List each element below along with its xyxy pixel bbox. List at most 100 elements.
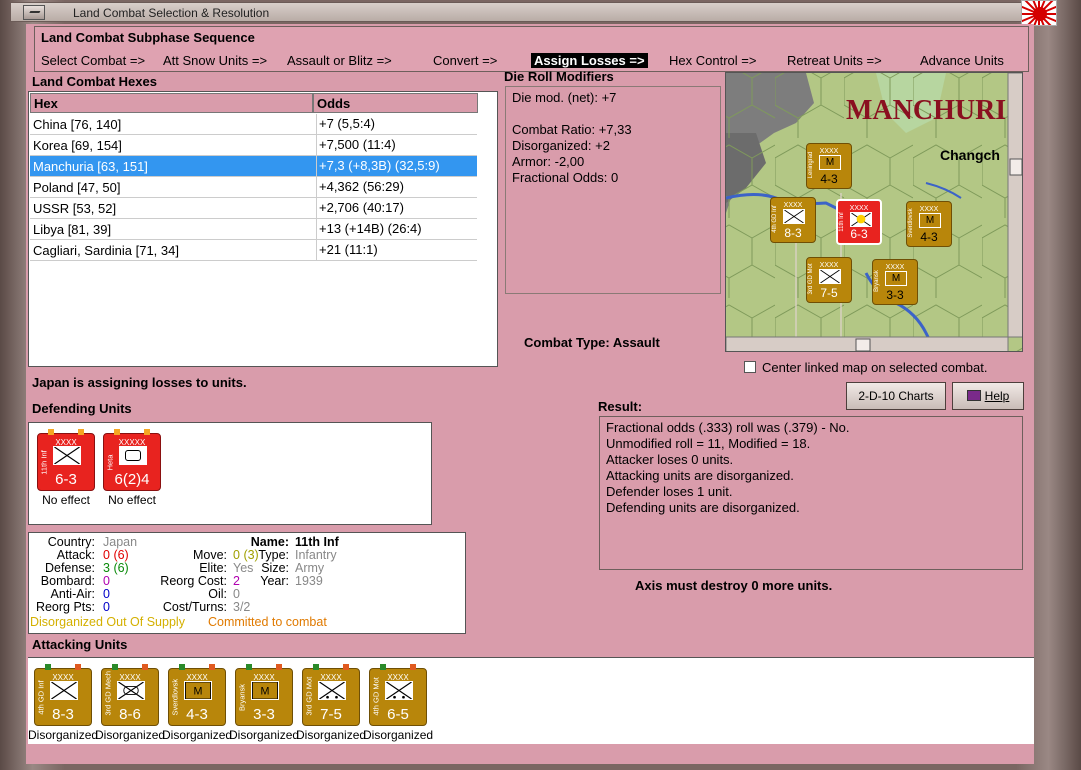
motorized-icon bbox=[385, 681, 413, 700]
map-counter[interactable]: XXXX M Leningrad 4-3 bbox=[806, 143, 852, 189]
counter-pip bbox=[114, 429, 120, 435]
hq-icon bbox=[119, 446, 147, 465]
step-select-combat: Select Combat => bbox=[41, 53, 146, 68]
map-counter-selected[interactable]: XXXX 11th Inf 6-3 bbox=[836, 199, 882, 245]
hexes-label: Land Combat Hexes bbox=[32, 74, 157, 89]
map-counter[interactable]: XXXX M Bryansk 3-3 bbox=[872, 259, 918, 305]
table-row[interactable]: Cagliari, Sardinia [71, 34] +21 (11:1) bbox=[30, 240, 477, 261]
defending-unit-counter[interactable]: XXXXX Heta 6(2)4 bbox=[103, 429, 161, 491]
svg-text:M: M bbox=[261, 686, 270, 698]
result-label: Result: bbox=[598, 399, 643, 414]
table-row[interactable]: Poland [47, 50] +4,362 (56:29) bbox=[30, 177, 477, 198]
system-menu-icon[interactable] bbox=[23, 5, 45, 20]
armor-mod: Armor: -2,00 bbox=[512, 154, 585, 169]
unit-info-panel: Country: Japan Attack: 0 (6) Defense: 3 (6)… bbox=[28, 532, 466, 634]
table-row[interactable]: Korea [69, 154] +7,500 (11:4) bbox=[30, 135, 477, 156]
defending-unit-status: No effect bbox=[108, 493, 156, 507]
attacking-unit-counter[interactable]: XXXX 4th GD Inf 8-3 bbox=[34, 664, 92, 726]
map-region-label: MANCHURI bbox=[846, 95, 1007, 126]
table-row[interactable]: USSR [53, 52] +2,706 (40:17) bbox=[30, 198, 477, 219]
main-window: Land Combat Selection & Resolution Land … bbox=[0, 0, 1081, 770]
checkbox-icon[interactable] bbox=[744, 361, 756, 373]
book-icon bbox=[966, 390, 981, 401]
elite-value: Yes bbox=[233, 561, 254, 575]
attacking-unit-status: Disorganized bbox=[95, 728, 166, 742]
col-odds-header[interactable]: Odds bbox=[313, 93, 478, 113]
linked-map[interactable]: MANCHURI Changch XXXX M Leningrad 4-3 XX… bbox=[725, 72, 1023, 352]
infantry-icon bbox=[50, 681, 78, 700]
center-map-label: Center linked map on selected combat. bbox=[762, 360, 988, 375]
map-counter[interactable]: XXXX M Sverdlovsk 4-3 bbox=[906, 201, 952, 247]
step-assign-losses: Assign Losses => bbox=[531, 53, 648, 68]
oil-value: 0 bbox=[233, 587, 240, 601]
attacking-unit-status: Disorganized bbox=[229, 728, 300, 742]
reorgpts-value: 0 bbox=[103, 600, 110, 614]
country-value: Japan bbox=[103, 535, 138, 549]
attacking-unit-counter[interactable]: XXXX M Sverdlovsk 4-3 bbox=[168, 664, 226, 726]
map-city-label: Changch bbox=[940, 147, 1000, 163]
die-roll-label: Die Roll Modifiers bbox=[504, 69, 614, 84]
subphase-sequence: Land Combat Subphase Sequence Select Com… bbox=[34, 26, 1029, 72]
counter-pip bbox=[112, 664, 118, 670]
status-message: Japan is assigning losses to units. bbox=[32, 375, 247, 390]
size-value: Army bbox=[295, 561, 325, 575]
attacking-unit-status: Disorganized bbox=[162, 728, 233, 742]
counter-pip bbox=[142, 664, 148, 670]
window-title: Land Combat Selection & Resolution bbox=[73, 6, 270, 20]
counter-pip bbox=[209, 664, 215, 670]
table-row-selected[interactable]: Manchuria [63, 151] +7,3 (+8,3B) (32,5:9) bbox=[30, 156, 477, 177]
step-convert: Convert => bbox=[433, 53, 498, 68]
step-advance-units: Advance Units bbox=[920, 53, 1004, 68]
counter-pip bbox=[179, 664, 185, 670]
table-row[interactable]: China [76, 140] +7 (5,5:4) bbox=[30, 114, 477, 135]
attacking-unit-counter[interactable]: XXXX 3rd GD Mot 7-5 bbox=[302, 664, 360, 726]
step-assault-or-blitz: Assault or Blitz => bbox=[287, 53, 392, 68]
antiair-value: 0 bbox=[103, 587, 110, 601]
center-map-checkbox[interactable]: Center linked map on selected combat. bbox=[744, 360, 987, 375]
attacking-unit-counter[interactable]: XXXX 4th GD Mot 6-5 bbox=[369, 664, 427, 726]
attacking-unit-status: Disorganized bbox=[363, 728, 434, 742]
title-bar: Land Combat Selection & Resolution bbox=[10, 2, 1056, 22]
defending-label: Defending Units bbox=[32, 401, 132, 416]
defending-unit-status: No effect bbox=[42, 493, 90, 507]
charts-button[interactable]: 2-D-10 Charts bbox=[846, 382, 946, 410]
disorganized-mod: Disorganized: +2 bbox=[512, 138, 610, 153]
reorgcost-value: 2 bbox=[233, 574, 240, 588]
attacking-unit-status: Disorganized bbox=[28, 728, 99, 742]
mech-icon bbox=[117, 681, 145, 700]
infantry-icon bbox=[53, 446, 81, 465]
counter-pip bbox=[313, 664, 319, 670]
step-retreat-units: Retreat Units => bbox=[787, 53, 882, 68]
col-hex-header[interactable]: Hex bbox=[30, 93, 313, 113]
unit-flags-yellow: Disorganized Out Of Supply bbox=[30, 615, 185, 629]
costturns-value: 3/2 bbox=[233, 600, 251, 614]
map-counter[interactable]: XXXX 3rd GD Mot 7-5 bbox=[806, 257, 852, 303]
attacking-unit-counter[interactable]: XXXX 3rd GD Mech 8-6 bbox=[101, 664, 159, 726]
step-hex-control: Hex Control => bbox=[669, 53, 757, 68]
fractional-odds: Fractional Odds: 0 bbox=[512, 170, 619, 185]
defense-value: 3 (6) bbox=[103, 561, 129, 575]
die-mod-net: Die mod. (net): +7 bbox=[512, 90, 617, 105]
bombard-value: 0 bbox=[103, 574, 110, 588]
hexes-table: Hex Odds China [76, 140] +7 (5,5:4) Korea… bbox=[28, 91, 498, 367]
attack-value: 0 (6) bbox=[103, 548, 129, 562]
type-value: Infantry bbox=[295, 548, 337, 562]
motorized-icon bbox=[318, 681, 346, 700]
table-row[interactable]: Libya [81, 39] +13 (+14B) (26:4) bbox=[30, 219, 477, 240]
subphase-header: Land Combat Subphase Sequence bbox=[41, 30, 255, 45]
svg-text:M: M bbox=[194, 686, 203, 698]
unit-flags-orange: Committed to combat bbox=[208, 615, 327, 629]
counter-pip bbox=[343, 664, 349, 670]
result-footer: Axis must destroy 0 more units. bbox=[635, 578, 833, 593]
counter-pip bbox=[48, 429, 54, 435]
help-button[interactable]: Help bbox=[952, 382, 1024, 410]
combat-ratio: Combat Ratio: +7,33 bbox=[512, 122, 632, 137]
dialog-body: Land Combat Subphase Sequence Select Com… bbox=[26, 24, 1034, 764]
japan-flag-icon bbox=[1021, 0, 1057, 26]
defending-unit-counter[interactable]: XXXX 11th Inf 6-3 bbox=[37, 429, 95, 491]
map-counter[interactable]: XXXX 4th GD Inf 8-3 bbox=[770, 197, 816, 243]
counter-pip bbox=[276, 664, 282, 670]
counter-pip bbox=[144, 429, 150, 435]
move-value: 0 (3) bbox=[233, 548, 259, 562]
attacking-unit-counter[interactable]: XXXX M Bryansk 3-3 bbox=[235, 664, 293, 726]
